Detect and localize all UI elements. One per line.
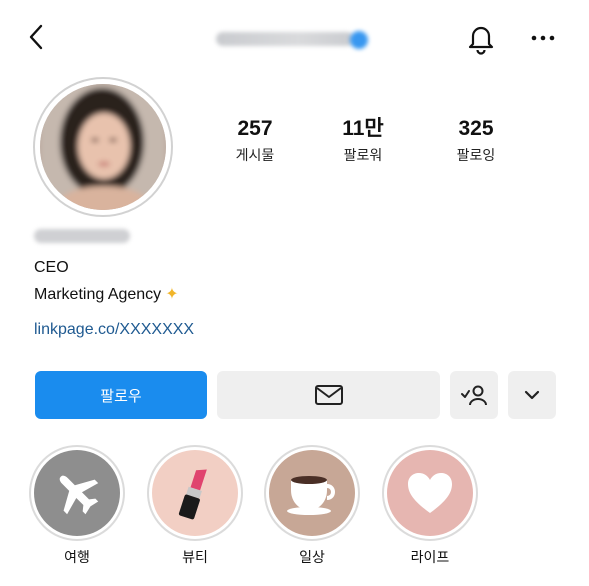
airplane-icon: [59, 475, 99, 515]
bio-description: Marketing Agency ✦: [34, 285, 179, 305]
follow-button[interactable]: 팔로우: [35, 371, 207, 419]
posts-label: 게시물: [235, 148, 275, 164]
highlight-label: 뷰티: [182, 550, 208, 566]
highlight-ring: [29, 445, 125, 541]
bell-icon: [468, 26, 494, 55]
highlight-label: 라이프: [410, 550, 450, 566]
chevron-left-icon: [29, 24, 43, 50]
highlight-life[interactable]: 라이프: [380, 445, 480, 567]
more-horizontal-icon: [531, 35, 555, 41]
more-options-button[interactable]: [526, 26, 560, 50]
highlight-ring: [147, 445, 243, 541]
coffee-cup-icon: [287, 476, 335, 515]
following-count: 325: [458, 117, 494, 140]
avatar[interactable]: [40, 84, 166, 210]
sparkle-icon: ✦: [165, 286, 179, 303]
highlight-cover: [269, 450, 355, 536]
highlight-cover: [152, 450, 238, 536]
highlight-label: 여행: [64, 550, 90, 566]
highlight-travel[interactable]: 여행: [27, 445, 127, 567]
suggest-accounts-button[interactable]: [450, 371, 498, 419]
stat-following[interactable]: 325 팔로잉: [426, 117, 526, 167]
display-name-blurred: [34, 229, 130, 243]
posts-count: 257: [237, 117, 273, 140]
notifications-button[interactable]: [464, 20, 498, 56]
lipstick-icon: [178, 469, 207, 520]
back-button[interactable]: [22, 20, 52, 54]
bio-description-text: Marketing Agency: [34, 286, 162, 303]
bio-title: CEO: [34, 259, 69, 276]
following-label: 팔로잉: [456, 148, 496, 164]
highlight-cover: [34, 450, 120, 536]
highlight-ring: [264, 445, 360, 541]
profile-screen: 257 게시물 11만 팔로워 325 팔로잉 CEO Marketing Ag…: [0, 0, 589, 586]
followers-label: 팔로워: [343, 148, 383, 164]
highlight-cover: [387, 450, 473, 536]
highlight-beauty[interactable]: 뷰티: [145, 445, 245, 567]
highlight-label: 일상: [299, 550, 325, 566]
chevron-down-icon: [524, 390, 540, 400]
username-blurred: [216, 32, 354, 46]
highlight-daily[interactable]: 일상: [262, 445, 362, 567]
envelope-icon: [314, 385, 343, 405]
person-suggest-icon: [461, 385, 487, 406]
verified-badge-icon: [350, 31, 368, 49]
heart-icon: [408, 473, 452, 513]
stat-followers[interactable]: 11만 팔로워: [313, 117, 413, 167]
followers-count: 11만: [342, 117, 384, 140]
stat-posts[interactable]: 257 게시물: [205, 117, 305, 167]
expand-button[interactable]: [508, 371, 556, 419]
highlight-ring: [382, 445, 478, 541]
message-button[interactable]: [217, 371, 440, 419]
top-bar: [0, 18, 589, 58]
bio-link[interactable]: linkpage.co/XXXXXXX: [34, 320, 194, 340]
profile-photo: [40, 84, 166, 210]
